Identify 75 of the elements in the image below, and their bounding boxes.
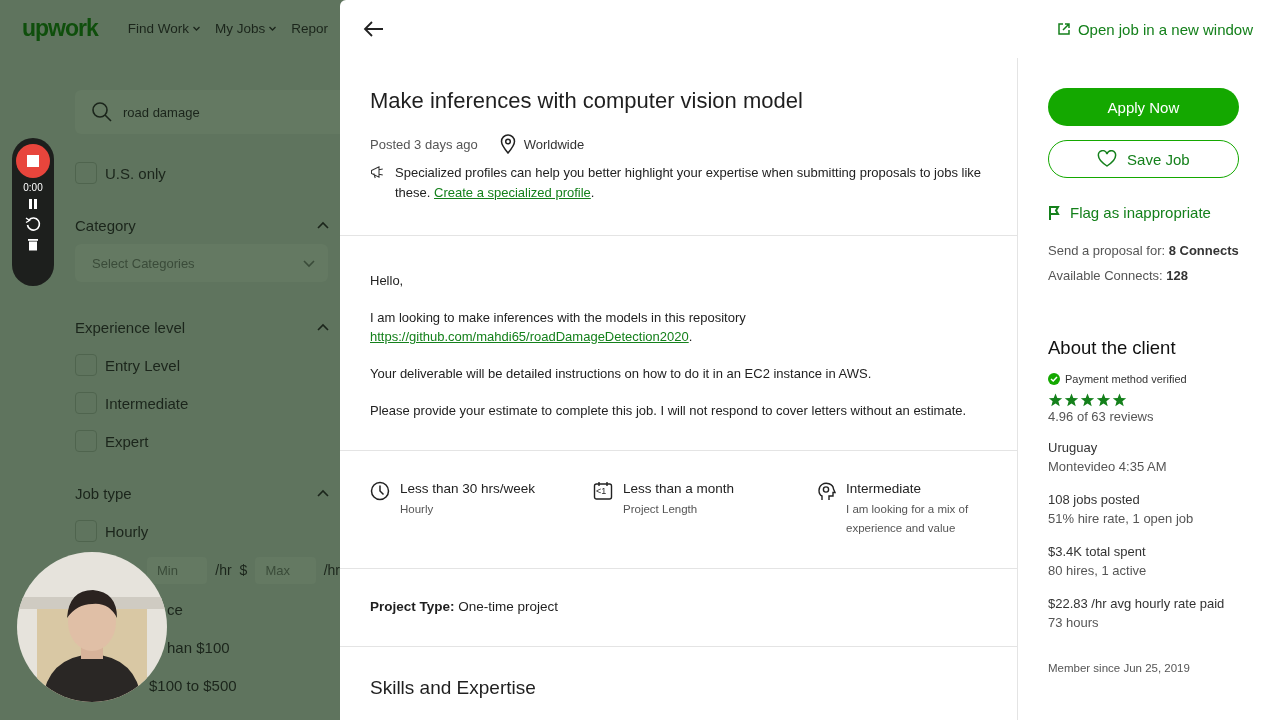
checkbox-label: $100 to $500 — [149, 676, 237, 694]
megaphone-icon — [370, 163, 385, 181]
back-arrow-icon[interactable] — [362, 20, 384, 38]
project-type: Project Type: One-time project — [340, 569, 1017, 647]
trash-icon[interactable] — [26, 237, 40, 251]
client-stat: $3.4K total spent — [1048, 543, 1147, 561]
description-paragraph: Please provide your estimate to complete this job. I will not respond to cover letters without an estimate. — [370, 402, 968, 420]
client-stat-detail: 73 hours — [1048, 614, 1100, 632]
clock-icon — [370, 481, 390, 501]
star-icon — [1112, 393, 1127, 407]
checkbox-label: Hourly — [105, 522, 149, 540]
nav-link[interactable]: My Jobs — [215, 20, 278, 36]
unit-label: /hr — [323, 562, 340, 578]
external-link-icon — [1056, 22, 1071, 36]
client-stat: $22.83 /hr avg hourly rate paid — [1048, 595, 1226, 613]
feature-caption: I am looking for a mix of experience and value — [846, 502, 970, 536]
description-paragraph: I am looking to make inferences with the models in this repository https://github.com/mahdi65/roadDamageDetection2020. — [370, 309, 747, 346]
restart-icon[interactable] — [24, 215, 42, 233]
star-icon — [1048, 393, 1063, 407]
location-pin-icon — [499, 134, 516, 154]
star-icon — [1080, 393, 1095, 407]
description-paragraph: Your deliverable will be detailed instructions on how to do it in an EC2 instance in AWS. — [370, 365, 873, 383]
checkbox-label: han $100 — [167, 638, 230, 656]
connects-cost: Send a proposal for: 8 Connects — [1048, 243, 1239, 258]
feature-title: Less than a month — [623, 481, 736, 496]
section-heading: About the client — [1048, 337, 1177, 359]
available-connects: Available Connects: 128 — [1048, 268, 1189, 283]
client-stat: 108 jobs posted — [1048, 491, 1141, 509]
flag-icon — [1048, 205, 1060, 220]
search-icon — [91, 101, 113, 123]
open-in-new-window-link[interactable]: Open job in a new window — [1056, 20, 1253, 38]
flag-link[interactable]: Flag as inappropriate — [1048, 204, 1239, 221]
unit-label: /hr — [215, 562, 232, 578]
create-profile-link[interactable]: Create a specialized profile — [434, 185, 591, 200]
nav-link[interactable]: Repor — [291, 20, 329, 36]
recording-time: 0:00 — [23, 182, 43, 193]
location-label: Worldwide — [523, 136, 585, 152]
feature-caption: Hourly — [400, 502, 435, 517]
logo[interactable]: upwork — [22, 14, 98, 42]
filter-heading: Job type — [75, 484, 132, 502]
repository-link[interactable]: https://github.com/mahdi65/roadDamageDetection2020 — [370, 329, 689, 344]
member-since: Member since Jun 25, 2019 — [1048, 662, 1191, 674]
checkbox-label: U.S. only — [105, 164, 166, 182]
payment-status: Payment method verified — [1065, 373, 1187, 385]
heart-icon — [1097, 150, 1118, 168]
client-stat-detail: 51% hire rate, 1 open job — [1048, 510, 1195, 528]
currency-label: $ — [239, 562, 248, 578]
section-heading: Skills and Expertise — [370, 677, 537, 699]
checkbox-label: ce — [167, 600, 183, 618]
feature-title: Less than 30 hrs/week — [400, 481, 537, 496]
pause-icon[interactable] — [26, 197, 40, 211]
notice-text: Specialized profiles can help you better highlight your expertise when submitting proposals to jobs like these. Create a specialized profile. — [395, 164, 983, 202]
checkbox-label: Intermediate — [105, 394, 189, 412]
client-stat-detail: 80 hires, 1 active — [1048, 562, 1148, 580]
nav-link[interactable]: Find Work — [127, 20, 202, 36]
review-summary: 4.96 of 63 reviews — [1048, 409, 1155, 424]
search-field[interactable]: road damage — [75, 90, 340, 134]
head-gear-icon — [816, 481, 836, 501]
posted-date: Posted 3 days ago — [370, 136, 478, 152]
checkbox-label: Expert — [105, 432, 149, 450]
feature-title: Intermediate — [846, 481, 923, 496]
stop-button[interactable] — [16, 144, 50, 178]
filter-heading: Experience level — [75, 318, 186, 336]
apply-now-button[interactable]: Apply Now — [1048, 88, 1239, 126]
checkbox-label: Entry Level — [105, 356, 181, 374]
feature-caption: Project Length — [623, 502, 699, 517]
star-icon — [1064, 393, 1079, 407]
calendar-icon: <1 — [593, 481, 613, 501]
filter-heading: Category — [75, 216, 136, 234]
description-paragraph: Hello, — [370, 272, 405, 290]
client-stat-detail: Montevideo 4:35 AM — [1048, 458, 1168, 476]
star-icon — [1096, 393, 1111, 407]
save-job-button[interactable]: Save Job — [1048, 140, 1239, 178]
job-title: Make inferences with computer vision model — [370, 88, 804, 114]
client-stat: Uruguay — [1048, 439, 1099, 457]
